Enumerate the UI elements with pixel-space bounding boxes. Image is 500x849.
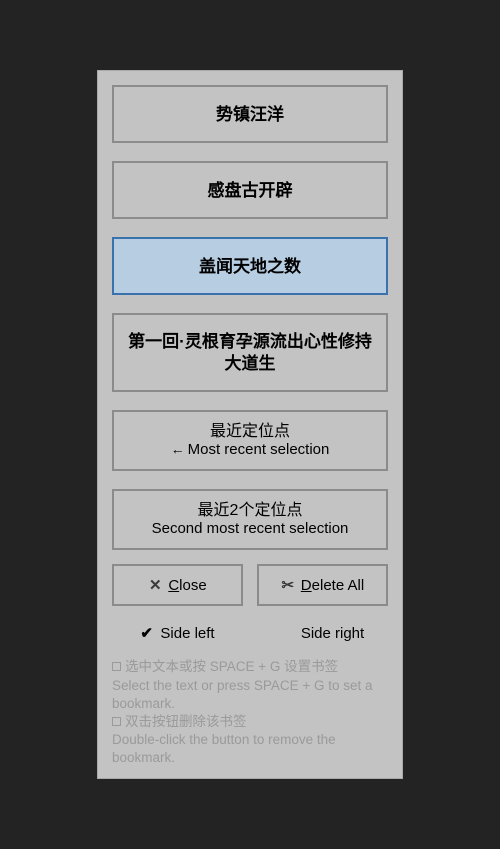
bookmark-item-3[interactable]: 第一回·灵根育孕源流出心性修持大道生 — [112, 313, 388, 392]
bookmark-label: 势镇汪洋 — [216, 104, 284, 125]
close-button[interactable]: ✕ Close — [112, 564, 243, 606]
bookmark-item-0[interactable]: 势镇汪洋 — [112, 85, 388, 143]
recent-title: 最近2个定位点 — [198, 501, 303, 520]
tools-icon: ✂ — [281, 576, 295, 594]
bookmark-panel: 势镇汪洋 感盘古开辟 盖闻天地之数 第一回·灵根育孕源流出心性修持大道生 最近定… — [97, 70, 403, 778]
square-bullet-icon — [112, 717, 121, 726]
side-right-label: Side right — [301, 625, 364, 642]
side-row: ✔ Side left Side right — [112, 622, 388, 644]
recent-subtitle: ←Most recent selection — [171, 441, 330, 459]
side-left-label: Side left — [160, 625, 214, 642]
action-row: ✕ Close ✂ Delete All — [112, 564, 388, 606]
square-bullet-icon — [112, 662, 121, 671]
arrow-left-icon: ← — [171, 441, 184, 457]
close-label: Close — [168, 577, 206, 594]
bookmark-label: 感盘古开辟 — [208, 180, 293, 201]
recent-selection-1[interactable]: 最近定位点 ←Most recent selection — [112, 410, 388, 471]
bookmark-label: 第一回·灵根育孕源流出心性修持大道生 — [122, 331, 378, 374]
side-right-option[interactable]: Side right — [257, 622, 388, 644]
bookmark-item-1[interactable]: 感盘古开辟 — [112, 161, 388, 219]
recent-title: 最近定位点 — [210, 422, 290, 441]
hint-text: 选中文本或按 SPACE + G 设置书签 Select the text or… — [112, 658, 388, 767]
close-icon: ✕ — [148, 576, 162, 594]
bookmark-item-2[interactable]: 盖闻天地之数 — [112, 237, 388, 295]
bookmark-label: 盖闻天地之数 — [199, 256, 301, 277]
recent-subtitle: Second most recent selection — [152, 520, 349, 538]
check-icon: ✔ — [140, 624, 154, 642]
delete-all-button[interactable]: ✂ Delete All — [257, 564, 388, 606]
recent-selection-2[interactable]: 最近2个定位点 Second most recent selection — [112, 489, 388, 550]
delete-all-label: Delete All — [301, 577, 364, 594]
side-left-option[interactable]: ✔ Side left — [112, 622, 243, 644]
